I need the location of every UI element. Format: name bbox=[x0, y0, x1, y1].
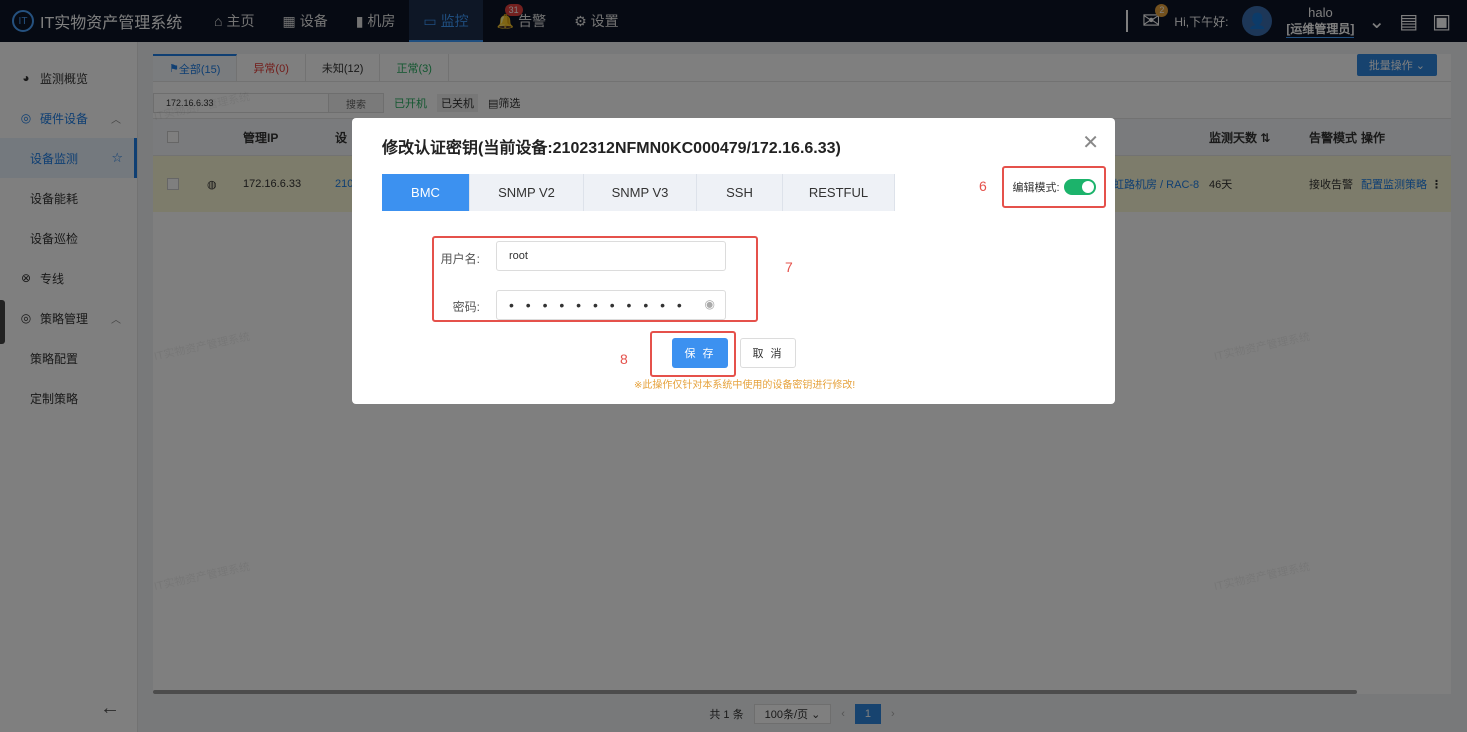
callout-6: 6 bbox=[979, 178, 987, 194]
eye-off-icon[interactable]: ◉ bbox=[705, 297, 715, 311]
callout-7: 7 bbox=[785, 259, 793, 275]
tab-bmc[interactable]: BMC bbox=[382, 174, 470, 211]
edit-mode-toggle[interactable] bbox=[1063, 179, 1096, 195]
save-button[interactable]: 保 存 bbox=[672, 338, 728, 368]
tab-snmp-v3[interactable]: SNMP V3 bbox=[584, 174, 697, 211]
cancel-button[interactable]: 取 消 bbox=[740, 338, 796, 368]
tab-ssh[interactable]: SSH bbox=[697, 174, 783, 211]
edit-mode-label: 编辑模式: bbox=[1012, 182, 1060, 194]
close-icon[interactable]: ✕ bbox=[1082, 130, 1099, 155]
warning-note: ※此操作仅针对本系统中使用的设备密钥进行修改! bbox=[634, 380, 856, 391]
edit-mode-toggle-group: 编辑模式: bbox=[1002, 166, 1106, 208]
password-field[interactable]: • • • • • • • • • • • ◉ bbox=[496, 290, 726, 320]
modal-title: 修改认证密钥(当前设备:2102312NFMN0KC000479/172.16.… bbox=[382, 140, 841, 157]
callout-8: 8 bbox=[620, 351, 628, 367]
tab-snmp-v2[interactable]: SNMP V2 bbox=[470, 174, 584, 211]
username-field[interactable]: root bbox=[496, 241, 726, 271]
edit-credential-modal: 修改认证密钥(当前设备:2102312NFMN0KC000479/172.16.… bbox=[352, 118, 1115, 404]
protocol-tabs: BMC SNMP V2 SNMP V3 SSH RESTFUL bbox=[382, 174, 895, 211]
tab-restful[interactable]: RESTFUL bbox=[783, 174, 895, 211]
password-label: 密码: bbox=[452, 300, 480, 314]
username-label: 用户名: bbox=[440, 252, 480, 266]
